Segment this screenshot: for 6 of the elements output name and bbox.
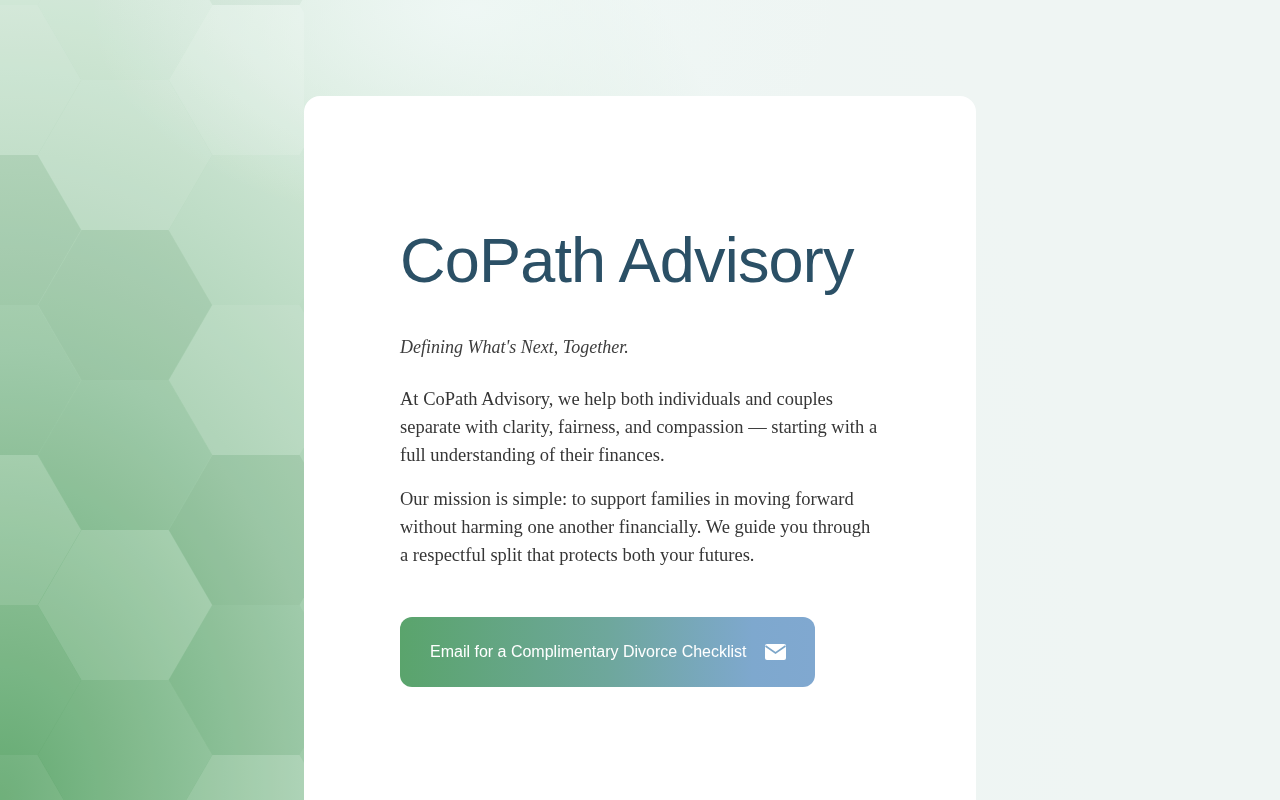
tagline: Defining What's Next, Together. bbox=[400, 335, 630, 359]
body-paragraph: At CoPath Advisory, we help both individuals and couples separate with clarity, fairness, and compassion — starting with a full understanding of their finances. bbox=[400, 387, 879, 467]
email-checklist-button[interactable]: Email for a Complimentary Divorce Checklist bbox=[400, 616, 815, 687]
body-paragraph: Our mission is simple: to support families in moving forward without harming one another financially. We guide you through a respectful split that protects both your futures. bbox=[400, 487, 872, 567]
brand-title: CoPath Advisory bbox=[400, 224, 856, 297]
envelope-icon bbox=[764, 643, 786, 660]
